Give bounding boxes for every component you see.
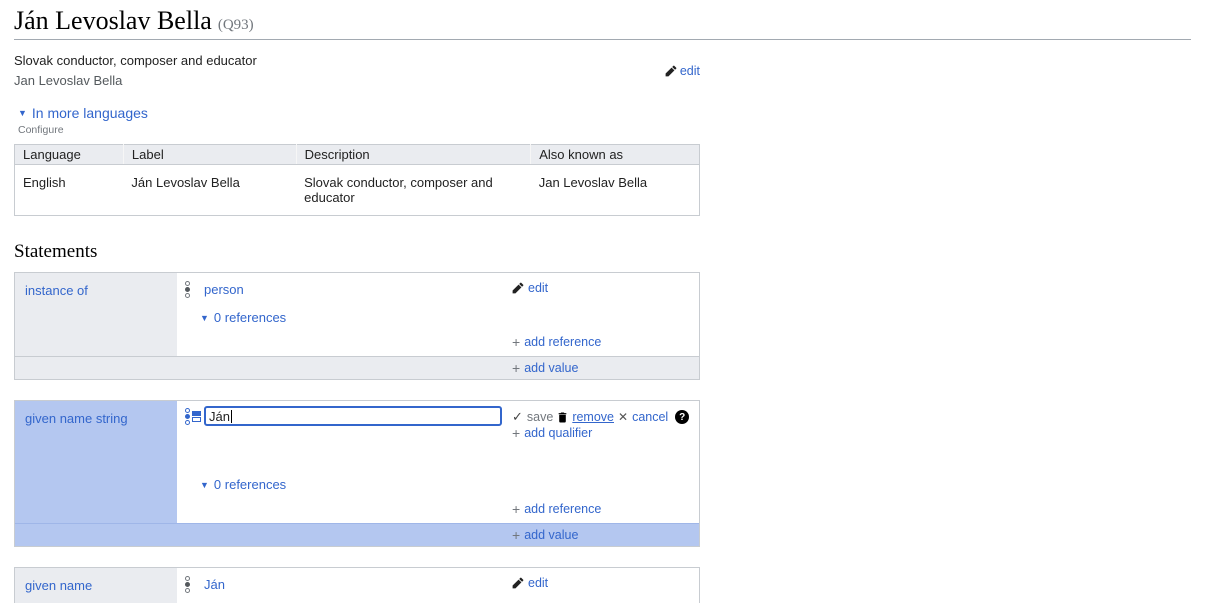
pencil-icon xyxy=(512,282,524,294)
page-header: Ján Levoslav Bella (Q93) xyxy=(14,6,1191,40)
terms-text: Slovak conductor, composer and educator … xyxy=(14,53,257,88)
header-also-known-as: Also known as xyxy=(531,145,700,165)
statement-group-instance-of: instance of person edit xyxy=(14,272,700,380)
property-column: given name xyxy=(15,568,177,603)
remove-button[interactable]: remove xyxy=(572,410,614,424)
cell-description: Slovak conductor, composer and educator xyxy=(296,165,531,216)
statement-main: Ján edit ▼ 0 ref xyxy=(177,568,699,603)
close-icon: ✕ xyxy=(618,410,628,424)
entity-id: (Q93) xyxy=(218,17,254,33)
table-row: English Ján Levoslav Bella Slovak conduc… xyxy=(15,165,700,216)
property-link-instance-of[interactable]: instance of xyxy=(25,283,88,298)
cell-language: English xyxy=(15,165,124,216)
property-link-given-name[interactable]: given name xyxy=(25,578,92,593)
plus-icon: + xyxy=(512,502,520,516)
rank-selector-icon[interactable] xyxy=(185,281,190,298)
add-value-row: + add value xyxy=(15,523,699,546)
plus-icon: + xyxy=(512,426,520,440)
terms-table: Language Label Description Also known as… xyxy=(14,144,700,216)
snak-type-selector-icon[interactable] xyxy=(192,411,201,422)
add-qualifier-link[interactable]: + add qualifier xyxy=(512,426,592,440)
header-label: Label xyxy=(123,145,296,165)
plus-icon: + xyxy=(512,361,520,375)
help-icon[interactable]: ? xyxy=(675,410,689,424)
add-value-link[interactable]: + add value xyxy=(512,528,578,542)
header-language: Language xyxy=(15,145,124,165)
value-input[interactable]: Ján xyxy=(204,406,502,426)
in-more-languages-label: In more languages xyxy=(32,105,148,121)
edit-statement-link[interactable]: edit xyxy=(512,281,548,295)
edit-terms-label: edit xyxy=(680,64,700,78)
plus-icon: + xyxy=(512,528,520,542)
languages-section: ▼ In more languages Configure xyxy=(18,104,700,136)
entity-alias: Jan Levoslav Bella xyxy=(14,73,257,88)
statement-group-given-name: given name Ján edit xyxy=(14,567,700,603)
add-reference-link[interactable]: + add reference xyxy=(512,502,601,516)
chevron-down-icon: ▼ xyxy=(200,313,209,323)
rank-selector-icon[interactable] xyxy=(185,576,190,593)
statement-main: Ján ✓ save remove ✕ cancel xyxy=(177,401,699,523)
statement-main: person edit ▼ 0 xyxy=(177,273,699,356)
property-column: given name string xyxy=(15,401,177,523)
statement-value-link[interactable]: Ján xyxy=(204,577,225,592)
statement-group-given-name-string: given name string Ján xyxy=(14,400,700,547)
add-value-link[interactable]: + add value xyxy=(512,361,578,375)
statement-value-link[interactable]: person xyxy=(204,282,244,297)
rank-selector-icon[interactable] xyxy=(185,408,190,425)
add-reference-link[interactable]: + add reference xyxy=(512,335,601,349)
pencil-icon xyxy=(665,65,677,77)
page-title: Ján Levoslav Bella (Q93) xyxy=(14,6,1191,36)
property-link-given-name-string[interactable]: given name string xyxy=(25,411,128,426)
pencil-icon xyxy=(512,577,524,589)
entity-label: Ján Levoslav Bella xyxy=(14,6,212,35)
statements-heading: Statements xyxy=(14,241,700,263)
cell-label: Ján Levoslav Bella xyxy=(123,165,296,216)
terms-table-header-row: Language Label Description Also known as xyxy=(15,145,700,165)
entity-description: Slovak conductor, composer and educator xyxy=(14,53,257,68)
wikidata-entity-page: Ján Levoslav Bella (Q93) Slovak conductor… xyxy=(0,6,1205,603)
property-column: instance of xyxy=(15,273,177,356)
chevron-down-icon: ▼ xyxy=(200,480,209,490)
header-description: Description xyxy=(296,145,531,165)
edit-toolbar: ✓ save remove ✕ cancel ? xyxy=(512,406,689,425)
configure-link[interactable]: Configure xyxy=(18,124,700,136)
references-toggle[interactable]: ▼ 0 references xyxy=(200,477,286,492)
text-cursor xyxy=(231,410,232,423)
edit-statement-link[interactable]: edit xyxy=(512,576,548,590)
chevron-down-icon: ▼ xyxy=(18,108,27,118)
edit-terms-link[interactable]: edit xyxy=(665,53,700,88)
references-toggle[interactable]: ▼ 0 references xyxy=(200,310,286,325)
terms-section: Slovak conductor, composer and educator … xyxy=(14,53,700,88)
save-button[interactable]: save xyxy=(527,410,553,424)
add-value-row: + add value xyxy=(15,356,699,379)
in-more-languages-toggle[interactable]: ▼ In more languages xyxy=(18,105,148,121)
check-icon: ✓ xyxy=(512,409,523,425)
cancel-button[interactable]: cancel xyxy=(632,410,668,424)
trash-icon xyxy=(557,411,568,424)
plus-icon: + xyxy=(512,335,520,349)
cell-also-known-as: Jan Levoslav Bella xyxy=(531,165,700,216)
